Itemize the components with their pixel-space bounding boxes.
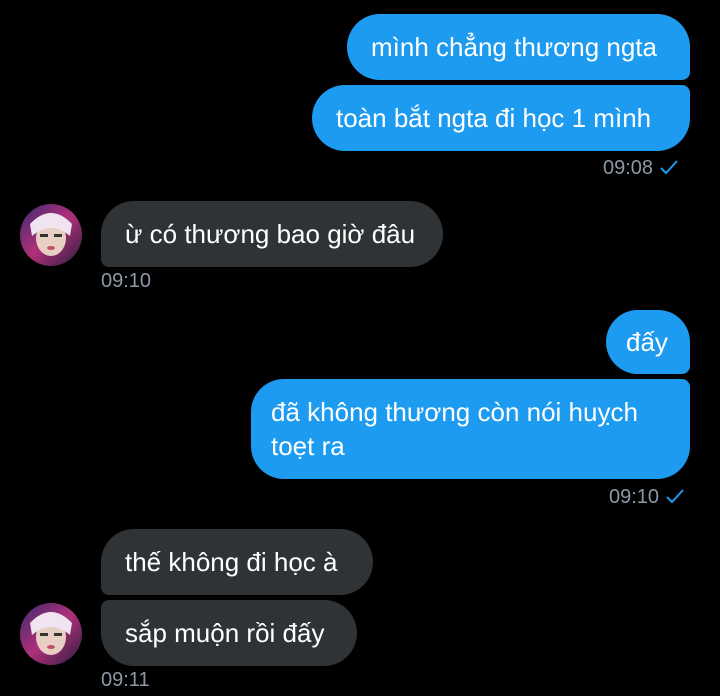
- avatar[interactable]: [20, 204, 82, 266]
- check-icon: [665, 486, 685, 510]
- avatar[interactable]: [20, 603, 82, 665]
- message-text: toàn bắt ngta đi học 1 mình: [336, 103, 652, 133]
- message-bubble-incoming[interactable]: thế không đi học à: [101, 529, 373, 595]
- message-bubble-outgoing[interactable]: mình chẳng thương ngta: [347, 14, 690, 80]
- timestamp: 09:10: [101, 269, 151, 293]
- check-icon: [659, 157, 679, 181]
- timestamp: 09:08: [603, 156, 679, 181]
- message-text: mình chẳng thương ngta: [371, 32, 657, 62]
- message-bubble-outgoing[interactable]: toàn bắt ngta đi học 1 mình: [312, 85, 690, 151]
- message-bubble-incoming[interactable]: sắp muộn rồi đấy: [101, 600, 357, 666]
- timestamp-text: 09:11: [101, 669, 150, 691]
- message-text: ừ có thương bao giờ đâu: [125, 219, 416, 249]
- timestamp-text: 09:10: [101, 270, 152, 292]
- message-bubble-outgoing[interactable]: đấy: [606, 310, 690, 374]
- message-text: đã không thương còn nói huỵch toẹt ra: [271, 397, 638, 461]
- timestamp-text: 09:08: [603, 157, 654, 179]
- message-bubble-outgoing[interactable]: đã không thương còn nói huỵch toẹt ra: [251, 379, 690, 479]
- message-text: sắp muộn rồi đấy: [125, 618, 325, 648]
- message-bubble-incoming[interactable]: ừ có thương bao giờ đâu: [101, 201, 443, 267]
- timestamp: 09:11: [101, 668, 150, 692]
- message-text: đấy: [626, 327, 668, 357]
- timestamp: 09:10: [609, 485, 685, 510]
- timestamp-text: 09:10: [609, 486, 660, 508]
- message-text: thế không đi học à: [125, 547, 338, 577]
